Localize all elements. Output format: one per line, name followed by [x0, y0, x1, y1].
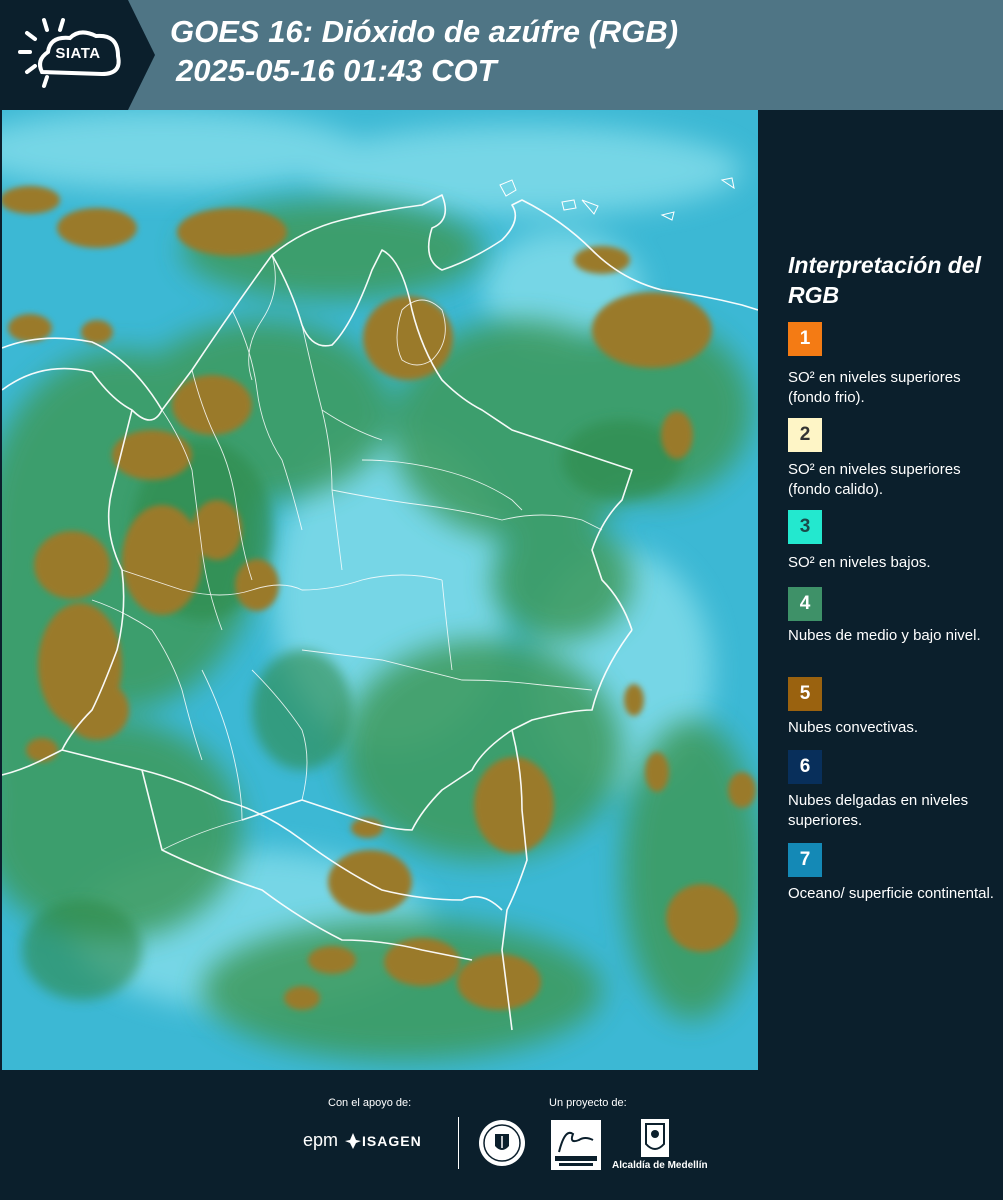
legend-text-6: Nubes delgadas en niveles superiores. [788, 792, 969, 829]
legend-swatch-4: 4 [788, 587, 822, 621]
epm-logo[interactable]: epm [303, 1130, 338, 1151]
footer-divider [458, 1117, 459, 1169]
siata-logo-text: SIATA [55, 45, 101, 62]
siata-logo[interactable]: SIATA [0, 0, 155, 110]
alcaldia-logo-text: Alcaldía de Medellín [612, 1160, 708, 1171]
isagen-mark-icon [345, 1133, 361, 1149]
page-timestamp: 2025-05-16 01:43 COT [176, 53, 497, 88]
legend-title: Interpretación del RGB [788, 252, 981, 308]
legend-text-5: Nubes convectivas. [788, 719, 919, 736]
legend-swatch-1: 1 [788, 322, 822, 356]
legend-swatch-2: 2 [788, 418, 822, 452]
legend-text-3: SO² en niveles bajos. [788, 554, 931, 571]
alcaldia-shield-icon[interactable] [640, 1118, 670, 1158]
medellin-seal-icon[interactable] [477, 1118, 527, 1168]
legend-text-1: SO² en niveles superiores (fondo frio). [788, 369, 961, 406]
legend-text-4: Nubes de medio y bajo nivel. [788, 627, 981, 644]
project-caption: Un proyecto de: [549, 1097, 627, 1109]
footer-bar: Con el apoyo de: Un proyecto de: epm ISA… [0, 1070, 1003, 1200]
satellite-map[interactable] [2, 110, 758, 1070]
legend-swatch-3: 3 [788, 510, 822, 544]
header-bar: SIATA GOES 16: Dióxido de azúfre (RGB) 2… [0, 0, 1003, 110]
page-title: GOES 16: Dióxido de azúfre (RGB) [170, 14, 679, 49]
legend-text-7: Oceano/ superficie continental. [788, 885, 994, 902]
support-caption: Con el apoyo de: [328, 1097, 412, 1109]
legend-swatch-6: 6 [788, 750, 822, 784]
legend-swatch-5: 5 [788, 677, 822, 711]
legend-swatch-7: 7 [788, 843, 822, 877]
satellite-map-canvas [2, 110, 758, 1070]
area-metropolitana-logo-icon[interactable] [551, 1120, 601, 1170]
isagen-logo[interactable]: ISAGEN [362, 1133, 422, 1149]
legend-panel: Interpretación del RGB 1 SO² en niveles … [760, 110, 1003, 1070]
legend-text-2: SO² en niveles superiores (fondo calido)… [788, 461, 961, 498]
